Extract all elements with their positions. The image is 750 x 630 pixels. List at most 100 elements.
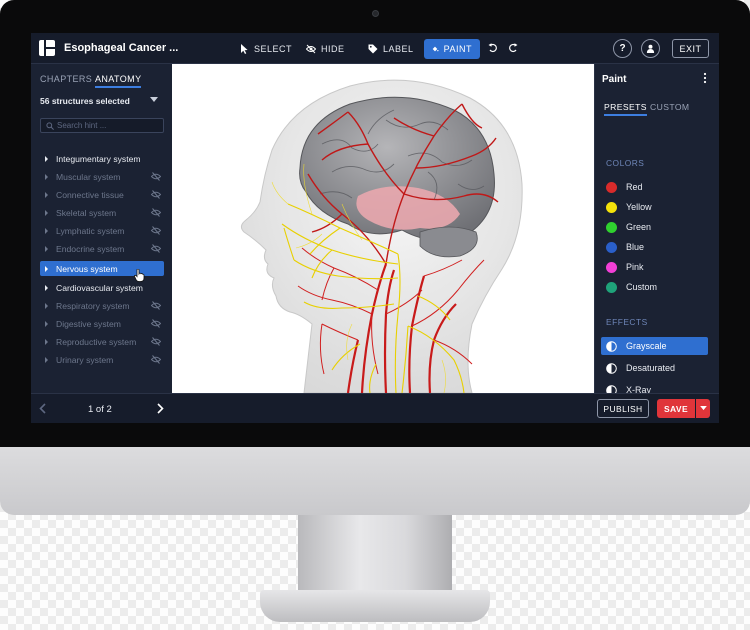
search-input[interactable] — [57, 120, 161, 131]
paint-panel: Paint PRESETS CUSTOM COLORS Red Yellow G… — [594, 64, 719, 396]
top-toolbar: Esophageal Cancer ... SELECT HIDE LABEL … — [31, 33, 719, 64]
hide-tool-button[interactable]: HIDE — [298, 39, 353, 59]
effect-label: Grayscale — [626, 341, 667, 351]
color-swatch — [606, 241, 617, 253]
paint-tool-label: PAINT — [443, 44, 472, 54]
document-title: Esophageal Cancer ... — [64, 42, 179, 54]
system-item-digestive[interactable]: Digestive system — [40, 316, 164, 331]
app-screen: Esophageal Cancer ... SELECT HIDE LABEL … — [31, 33, 719, 423]
tab-custom[interactable]: CUSTOM — [650, 102, 689, 112]
color-option-blue[interactable]: Blue — [606, 240, 644, 254]
page-indicator: 1 of 2 — [88, 404, 112, 415]
system-item-reproductive[interactable]: Reproductive system — [40, 334, 164, 349]
chevron-down-icon[interactable] — [150, 97, 158, 103]
system-item-connective[interactable]: Connective tissue — [40, 187, 164, 202]
color-label: Pink — [626, 262, 644, 272]
eye-off-icon[interactable] — [151, 355, 161, 364]
expand-arrow-icon[interactable] — [45, 191, 48, 198]
expand-arrow-icon[interactable] — [45, 209, 48, 216]
tab-presets[interactable]: PRESETS — [604, 102, 647, 116]
system-item-skeletal[interactable]: Skeletal system — [40, 205, 164, 220]
color-label: Blue — [626, 242, 645, 252]
effect-option-grayscale[interactable]: Grayscale — [601, 337, 708, 355]
expand-arrow-icon[interactable] — [45, 284, 48, 291]
head-anatomy-render[interactable] — [172, 64, 594, 393]
color-label: Red — [626, 182, 643, 192]
help-button[interactable]: ? — [613, 39, 632, 58]
color-option-custom[interactable]: Custom — [606, 280, 657, 294]
paint-tool-button[interactable]: PAINT — [424, 39, 480, 59]
eye-off-icon[interactable] — [151, 226, 161, 235]
structure-search-box[interactable] — [40, 118, 164, 133]
color-swatch — [606, 281, 617, 293]
eye-off-icon[interactable] — [151, 172, 161, 181]
color-label: Yellow — [626, 202, 652, 212]
color-swatch — [606, 221, 617, 233]
system-item-lymphatic[interactable]: Lymphatic system — [40, 223, 164, 238]
expand-arrow-icon[interactable] — [45, 338, 48, 345]
system-item-nervous[interactable]: Nervous system — [40, 261, 164, 276]
system-item-respiratory[interactable]: Respiratory system — [40, 298, 164, 313]
eye-off-icon[interactable] — [151, 301, 161, 310]
save-button[interactable]: SAVE — [657, 399, 695, 418]
half-circle-icon — [606, 340, 617, 352]
exit-button[interactable]: EXIT — [672, 39, 709, 58]
save-options-button[interactable] — [696, 399, 710, 418]
expand-arrow-icon[interactable] — [45, 245, 48, 252]
user-profile-button[interactable] — [641, 39, 660, 58]
eye-off-icon[interactable] — [151, 190, 161, 199]
system-item-urinary[interactable]: Urinary system — [40, 352, 164, 367]
next-page-icon[interactable] — [155, 403, 165, 414]
color-label: Custom — [626, 282, 658, 292]
color-option-red[interactable]: Red — [606, 180, 643, 194]
color-swatch — [606, 181, 617, 193]
system-label: Endocrine system — [56, 243, 125, 254]
eye-off-icon[interactable] — [151, 319, 161, 328]
system-label: Cardiovascular system — [56, 282, 143, 293]
eye-off-icon[interactable] — [151, 208, 161, 217]
color-option-pink[interactable]: Pink — [606, 260, 644, 274]
system-label: Urinary system — [56, 354, 114, 365]
effect-option-desaturated[interactable]: Desaturated — [601, 359, 708, 377]
expand-arrow-icon[interactable] — [45, 173, 48, 180]
expand-arrow-icon[interactable] — [45, 356, 48, 363]
previous-page-icon[interactable] — [38, 403, 48, 414]
tab-anatomy[interactable]: ANATOMY — [95, 74, 142, 88]
publish-button[interactable]: PUBLISH — [597, 399, 649, 418]
system-item-endocrine[interactable]: Endocrine system — [40, 241, 164, 256]
system-label: Respiratory system — [56, 300, 130, 311]
expand-arrow-icon[interactable] — [45, 265, 48, 272]
expand-arrow-icon[interactable] — [45, 227, 48, 234]
anatomy-3d-viewport[interactable] — [172, 64, 594, 393]
half-circle-icon — [606, 362, 617, 374]
eye-off-icon — [306, 44, 316, 54]
system-label: Reproductive system — [56, 336, 137, 347]
system-item-integumentary[interactable]: Integumentary system — [40, 151, 164, 166]
expand-arrow-icon[interactable] — [45, 320, 48, 327]
monitor-chin — [0, 447, 750, 515]
color-option-yellow[interactable]: Yellow — [606, 200, 652, 214]
redo-icon[interactable] — [508, 43, 518, 53]
system-label: Integumentary system — [56, 153, 141, 164]
selected-structures-count[interactable]: 56 structures selected — [40, 96, 130, 106]
system-item-muscular[interactable]: Muscular system — [40, 169, 164, 184]
more-options-icon[interactable] — [703, 72, 707, 84]
select-tool-button[interactable]: SELECT — [231, 39, 300, 59]
expand-arrow-icon[interactable] — [45, 302, 48, 309]
color-option-green[interactable]: Green — [606, 220, 651, 234]
color-label: Green — [626, 222, 652, 232]
tab-chapters[interactable]: CHAPTERS — [40, 74, 92, 84]
system-item-cardiovascular[interactable]: Cardiovascular system — [40, 280, 164, 295]
expand-arrow-icon[interactable] — [45, 155, 48, 162]
app-logo-icon[interactable] — [39, 40, 55, 56]
tag-icon — [368, 44, 378, 54]
color-swatch — [606, 201, 617, 213]
system-label: Lymphatic system — [56, 225, 125, 236]
help-icon: ? — [619, 43, 626, 54]
chevron-down-icon — [699, 406, 707, 411]
undo-icon[interactable] — [488, 43, 498, 53]
eye-off-icon[interactable] — [151, 244, 161, 253]
label-tool-button[interactable]: LABEL — [360, 39, 422, 59]
monitor-stand-neck — [298, 515, 452, 597]
eye-off-icon[interactable] — [151, 337, 161, 346]
